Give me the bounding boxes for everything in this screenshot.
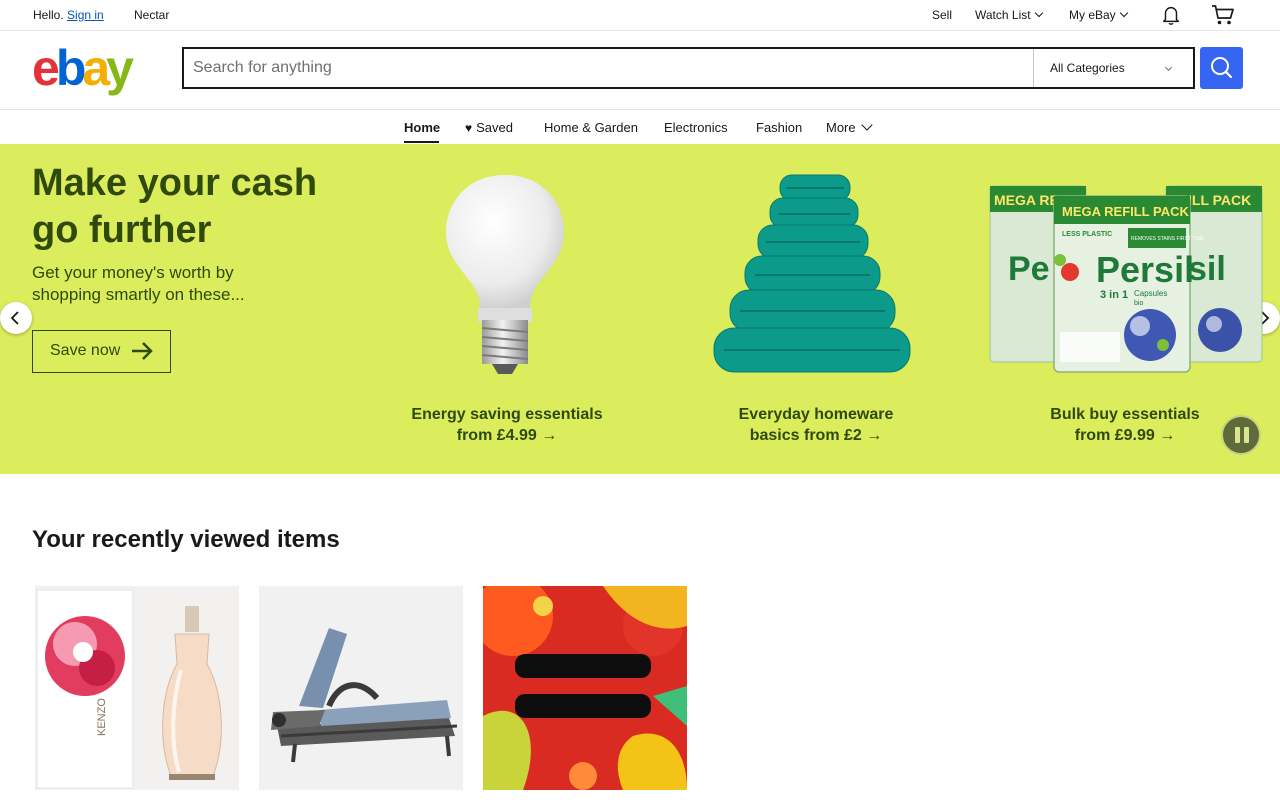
chevron-down-icon [860, 119, 873, 131]
nav-saved-label: Saved [476, 120, 513, 135]
heart-icon: ♥ [465, 121, 473, 135]
category-select-label: All Categories [1050, 61, 1125, 75]
nav-more-label: More [826, 120, 856, 135]
search-input[interactable] [184, 49, 1033, 87]
nectar-link[interactable]: Nectar [134, 8, 169, 22]
nav-electronics[interactable]: Electronics [664, 120, 728, 135]
pack-label: MEGA REFILL PACK [1062, 204, 1189, 219]
search-icon [1211, 57, 1233, 79]
recently-viewed-title: Your recently viewed items [32, 526, 340, 553]
sell-link[interactable]: Sell [932, 8, 952, 22]
sun-lounger-image [259, 586, 463, 790]
arrow-right-icon [132, 342, 153, 360]
chevron-down-icon [1034, 8, 1043, 18]
caption-line-with-arrow: from £9.99 → [1013, 425, 1237, 446]
search-bar: All Categories [182, 47, 1195, 89]
chevron-down-icon [1119, 8, 1128, 18]
perfume-bottle-image: KENZO [35, 586, 239, 790]
hero-banner: Make your cash go further Get your money… [0, 144, 1280, 474]
watch-list-menu[interactable]: Watch List [975, 8, 1043, 22]
chevron-left-icon [10, 311, 19, 325]
nav-home[interactable]: Home [404, 120, 440, 135]
carousel-prev-button[interactable] [0, 302, 32, 334]
pack-brand: Pe [1008, 250, 1050, 288]
arrow-right-icon: → [866, 427, 883, 444]
pack-label: MEGA RE [994, 192, 1059, 208]
caption-line-with-arrow: basics from £2 → [703, 425, 929, 446]
nav-saved[interactable]: ♥ Saved [465, 120, 513, 135]
nav-active-indicator [404, 141, 439, 143]
ebay-logo[interactable]: ebay [32, 41, 134, 95]
arrow-right-icon: → [1159, 427, 1176, 444]
hero-title: Make your cash go further [32, 162, 318, 251]
greeting-text: Hello. [33, 8, 64, 22]
pack-bio: bio [1134, 300, 1143, 307]
energy-saving-caption[interactable]: Energy saving essentials from £4.99 → [395, 404, 619, 446]
watch-list-label: Watch List [975, 8, 1031, 22]
nav-more[interactable]: More [826, 119, 873, 135]
light-bulb-image[interactable] [440, 170, 570, 380]
caption-price: from £4.99 [456, 427, 537, 444]
shopping-cart-icon[interactable] [1211, 3, 1235, 27]
album-cover-image [483, 586, 687, 790]
bulk-buy-caption[interactable]: Bulk buy essentials from £9.99 → [1013, 404, 1237, 446]
my-ebay-label: My eBay [1069, 8, 1116, 22]
pack-brand: Persil [1096, 249, 1194, 290]
caption-line: Bulk buy essentials [1050, 406, 1200, 423]
greeting: Hello. Sign in [33, 8, 104, 22]
towel-stack-image[interactable] [700, 170, 925, 380]
caption-price: basics from £2 [749, 427, 862, 444]
pause-icon [1244, 427, 1249, 443]
save-now-label: Save now [50, 342, 121, 359]
recent-item-album[interactable] [483, 586, 687, 790]
my-ebay-menu[interactable]: My eBay [1069, 8, 1128, 22]
pack-format: 3 in 1 [1100, 289, 1128, 301]
category-select[interactable]: All Categories [1033, 49, 1193, 87]
nav-fashion[interactable]: Fashion [756, 120, 802, 135]
pack-badge: REMOVES STAINS FIRST TIME [1131, 236, 1205, 242]
arrow-right-icon: → [541, 427, 558, 444]
carousel-pause-button[interactable] [1221, 415, 1261, 455]
caption-price: from £9.99 [1074, 427, 1155, 444]
pack-label: ILL PACK [1188, 192, 1251, 208]
search-button[interactable] [1200, 47, 1243, 89]
top-utility-bar: Hello. Sign in Nectar Sell Watch List My… [0, 0, 1280, 31]
pack-caps: Capsules [1134, 289, 1167, 298]
nav-home-garden[interactable]: Home & Garden [544, 120, 638, 135]
homeware-caption[interactable]: Everyday homeware basics from £2 → [703, 404, 929, 446]
save-now-button[interactable]: Save now [32, 330, 171, 373]
recent-item-perfume[interactable]: KENZO [35, 586, 239, 790]
caption-line-with-arrow: from £4.99 → [395, 425, 619, 446]
sign-in-link[interactable]: Sign in [67, 8, 104, 22]
notification-bell-icon[interactable] [1160, 4, 1182, 26]
detergent-packs-image[interactable]: MEGA RE Pe ILL PACK sil MEGA REFILL PACK… [988, 180, 1264, 380]
pack-sub: LESS PLASTIC [1062, 231, 1112, 238]
caption-line: Everyday homeware [738, 406, 894, 423]
hero-subtitle: Get your money's worth by shopping smart… [32, 263, 245, 304]
main-navigation: Home ♥ Saved Home & Garden Electronics Fa… [0, 110, 1280, 144]
caption-line: Energy saving essentials [411, 406, 603, 423]
chevron-down-icon [1164, 63, 1173, 72]
recent-item-sun-lounger[interactable] [259, 586, 463, 790]
perfume-box-text: KENZO [96, 698, 108, 736]
pause-icon [1235, 427, 1240, 443]
